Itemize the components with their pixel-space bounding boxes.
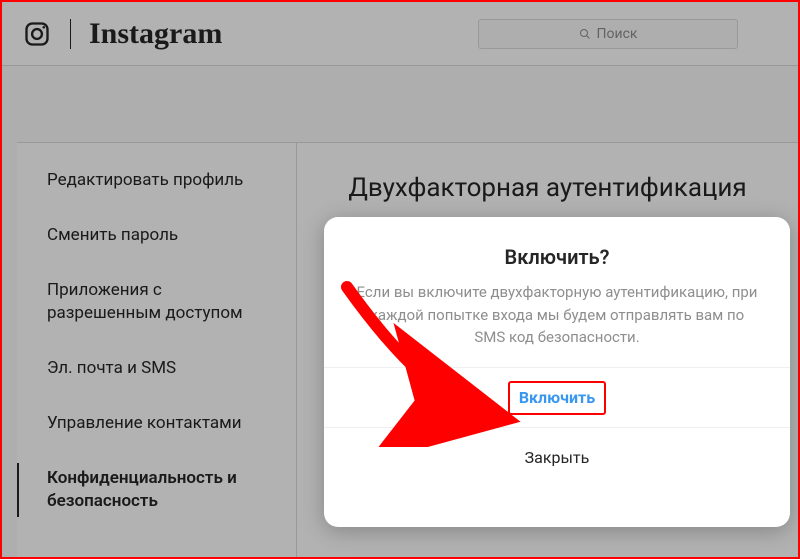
settings-sidebar: Редактировать профиль Сменить пароль При… — [17, 143, 297, 557]
app-header: Instagram Поиск — [2, 2, 798, 66]
modal-description: Если вы включите двухфакторную аутентифи… — [354, 281, 760, 349]
modal-title: Включить? — [354, 245, 760, 269]
sidebar-item-label: Приложения с разрешенным доступом — [47, 280, 243, 323]
sidebar-item-privacy-security[interactable]: Конфиденциальность и безопасность — [17, 451, 296, 529]
sidebar-item-email-sms[interactable]: Эл. почта и SMS — [17, 341, 296, 396]
sidebar-item-label: Конфиденциальность и безопасность — [47, 468, 237, 511]
sidebar-item-label: Редактировать профиль — [47, 170, 243, 190]
sidebar-item-label: Управление контактами — [47, 413, 242, 433]
search-placeholder: Поиск — [597, 26, 638, 42]
enable-button-label: Включить — [519, 388, 595, 407]
sidebar-item-label: Эл. почта и SMS — [47, 358, 176, 378]
header-divider — [70, 19, 71, 49]
search-container: Поиск — [478, 19, 738, 49]
search-icon — [579, 28, 591, 40]
sidebar-item-authorized-apps[interactable]: Приложения с разрешенным доступом — [17, 263, 296, 341]
instagram-wordmark: Instagram — [89, 17, 222, 51]
page-title: Двухфакторная аутентификация — [327, 173, 768, 203]
sidebar-item-manage-contacts[interactable]: Управление контактами — [17, 396, 296, 451]
sidebar-item-change-password[interactable]: Сменить пароль — [17, 208, 296, 263]
app-frame: Instagram Поиск Редактировать профиль См… — [0, 0, 800, 559]
instagram-camera-icon — [22, 19, 52, 49]
enable-button[interactable]: Включить — [324, 367, 790, 427]
sidebar-item-label: Сменить пароль — [47, 225, 178, 245]
modal-body: Включить? Если вы включите двухфакторную… — [324, 217, 790, 367]
close-button[interactable]: Закрыть — [324, 427, 790, 487]
search-input[interactable]: Поиск — [478, 19, 738, 49]
sidebar-item-edit-profile[interactable]: Редактировать профиль — [17, 153, 296, 208]
close-button-label: Закрыть — [525, 448, 590, 467]
enable-2fa-modal: Включить? Если вы включите двухфакторную… — [324, 217, 790, 527]
